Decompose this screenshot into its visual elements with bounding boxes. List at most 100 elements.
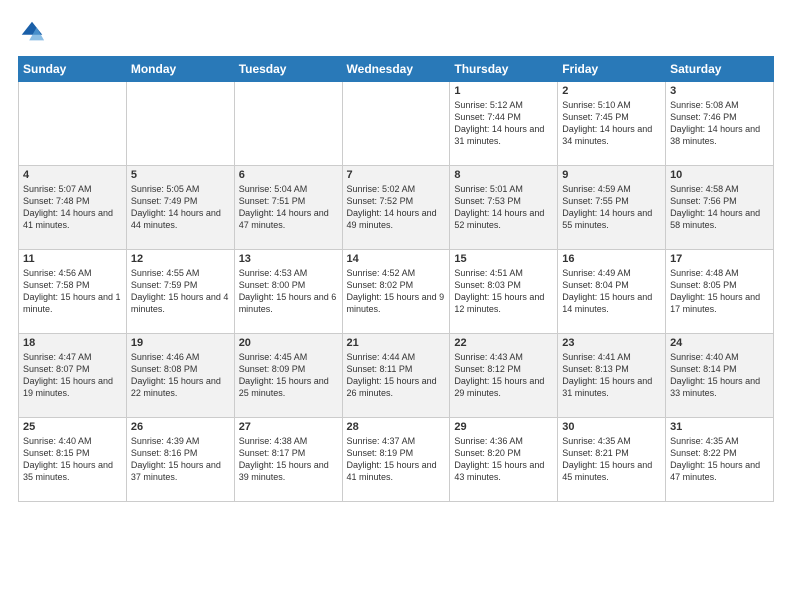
day-number: 1	[454, 85, 553, 97]
day-info: Sunrise: 4:38 AM Sunset: 8:17 PM Dayligh…	[239, 435, 338, 484]
day-number: 4	[23, 169, 122, 181]
day-info: Sunrise: 4:48 AM Sunset: 8:05 PM Dayligh…	[670, 267, 769, 316]
table-row: 29Sunrise: 4:36 AM Sunset: 8:20 PM Dayli…	[450, 418, 558, 502]
day-number: 17	[670, 253, 769, 265]
table-row: 16Sunrise: 4:49 AM Sunset: 8:04 PM Dayli…	[558, 250, 666, 334]
table-row: 17 Sunrise: 4:48 AM Sunset: 8:05 PM Dayli…	[666, 250, 774, 334]
day-number: 15	[454, 253, 553, 265]
day-info: Sunrise: 5:12 AM Sunset: 7:44 PM Dayligh…	[454, 99, 553, 148]
table-row: 20 Sunrise: 4:45 AM Sunset: 8:09 PM Dayli…	[234, 334, 342, 418]
table-row: 30 Sunrise: 4:35 AM Sunset: 8:21 PM Dayli…	[558, 418, 666, 502]
day-info: Sunrise: 4:58 AM Sunset: 7:56 PM Dayligh…	[670, 183, 769, 232]
calendar-week-row: 18 Sunrise: 4:47 AM Sunset: 8:07 PM Dayli…	[19, 334, 774, 418]
table-row: 3 Sunrise: 5:08 AM Sunset: 7:46 PM Daylig…	[666, 82, 774, 166]
logo-icon	[18, 18, 46, 46]
col-sunday: Sunday	[19, 57, 127, 82]
col-tuesday: Tuesday	[234, 57, 342, 82]
day-number: 31	[670, 421, 769, 433]
day-number: 23	[562, 337, 661, 349]
table-row: 22 Sunrise: 4:43 AM Sunset: 8:12 PM Dayli…	[450, 334, 558, 418]
day-info: Sunrise: 4:40 AM Sunset: 8:15 PM Dayligh…	[23, 435, 122, 484]
table-row: 15 Sunrise: 4:51 AM Sunset: 8:03 PM Dayli…	[450, 250, 558, 334]
day-info: Sunrise: 4:47 AM Sunset: 8:07 PM Dayligh…	[23, 351, 122, 400]
table-row: 24 Sunrise: 4:40 AM Sunset: 8:14 PM Dayli…	[666, 334, 774, 418]
day-number: 26	[131, 421, 230, 433]
logo	[18, 18, 50, 46]
table-row: 11 Sunrise: 4:56 AM Sunset: 7:58 PM Dayli…	[19, 250, 127, 334]
day-info: Sunrise: 4:52 AM Sunset: 8:02 PM Dayligh…	[347, 267, 446, 316]
day-number: 7	[347, 169, 446, 181]
day-number: 13	[239, 253, 338, 265]
day-info: Sunrise: 4:51 AM Sunset: 8:03 PM Dayligh…	[454, 267, 553, 316]
day-number: 5	[131, 169, 230, 181]
table-row: 19 Sunrise: 4:46 AM Sunset: 8:08 PM Dayli…	[126, 334, 234, 418]
table-row: 25Sunrise: 4:40 AM Sunset: 8:15 PM Dayli…	[19, 418, 127, 502]
day-number: 18	[23, 337, 122, 349]
day-info: Sunrise: 5:01 AM Sunset: 7:53 PM Dayligh…	[454, 183, 553, 232]
day-info: Sunrise: 4:41 AM Sunset: 8:13 PM Dayligh…	[562, 351, 661, 400]
day-number: 10	[670, 169, 769, 181]
calendar-week-row: 4Sunrise: 5:07 AM Sunset: 7:48 PM Daylig…	[19, 166, 774, 250]
day-info: Sunrise: 5:05 AM Sunset: 7:49 PM Dayligh…	[131, 183, 230, 232]
table-row: 8 Sunrise: 5:01 AM Sunset: 7:53 PM Daylig…	[450, 166, 558, 250]
day-number: 3	[670, 85, 769, 97]
table-row: 7Sunrise: 5:02 AM Sunset: 7:52 PM Daylig…	[342, 166, 450, 250]
table-row: 9Sunrise: 4:59 AM Sunset: 7:55 PM Daylig…	[558, 166, 666, 250]
table-row: 21Sunrise: 4:44 AM Sunset: 8:11 PM Dayli…	[342, 334, 450, 418]
day-info: Sunrise: 4:49 AM Sunset: 8:04 PM Dayligh…	[562, 267, 661, 316]
day-info: Sunrise: 4:53 AM Sunset: 8:00 PM Dayligh…	[239, 267, 338, 316]
col-saturday: Saturday	[666, 57, 774, 82]
day-number: 28	[347, 421, 446, 433]
table-row	[234, 82, 342, 166]
day-number: 22	[454, 337, 553, 349]
day-info: Sunrise: 5:10 AM Sunset: 7:45 PM Dayligh…	[562, 99, 661, 148]
day-number: 11	[23, 253, 122, 265]
table-row: 6Sunrise: 5:04 AM Sunset: 7:51 PM Daylig…	[234, 166, 342, 250]
day-info: Sunrise: 4:36 AM Sunset: 8:20 PM Dayligh…	[454, 435, 553, 484]
day-info: Sunrise: 4:55 AM Sunset: 7:59 PM Dayligh…	[131, 267, 230, 316]
table-row: 10 Sunrise: 4:58 AM Sunset: 7:56 PM Dayli…	[666, 166, 774, 250]
header	[18, 18, 774, 46]
calendar-week-row: 1 Sunrise: 5:12 AM Sunset: 7:44 PM Daylig…	[19, 82, 774, 166]
day-number: 12	[131, 253, 230, 265]
table-row: 31Sunrise: 4:35 AM Sunset: 8:22 PM Dayli…	[666, 418, 774, 502]
day-info: Sunrise: 4:45 AM Sunset: 8:09 PM Dayligh…	[239, 351, 338, 400]
day-number: 19	[131, 337, 230, 349]
table-row: 18 Sunrise: 4:47 AM Sunset: 8:07 PM Dayli…	[19, 334, 127, 418]
table-row: 4Sunrise: 5:07 AM Sunset: 7:48 PM Daylig…	[19, 166, 127, 250]
table-row: 14 Sunrise: 4:52 AM Sunset: 8:02 PM Dayli…	[342, 250, 450, 334]
table-row: 2 Sunrise: 5:10 AM Sunset: 7:45 PM Daylig…	[558, 82, 666, 166]
table-row	[126, 82, 234, 166]
day-number: 9	[562, 169, 661, 181]
calendar-table: Sunday Monday Tuesday Wednesday Thursday…	[18, 56, 774, 502]
day-number: 27	[239, 421, 338, 433]
day-number: 2	[562, 85, 661, 97]
day-info: Sunrise: 4:40 AM Sunset: 8:14 PM Dayligh…	[670, 351, 769, 400]
day-info: Sunrise: 5:04 AM Sunset: 7:51 PM Dayligh…	[239, 183, 338, 232]
day-number: 24	[670, 337, 769, 349]
day-number: 8	[454, 169, 553, 181]
calendar-week-row: 25Sunrise: 4:40 AM Sunset: 8:15 PM Dayli…	[19, 418, 774, 502]
day-number: 30	[562, 421, 661, 433]
table-row: 5 Sunrise: 5:05 AM Sunset: 7:49 PM Daylig…	[126, 166, 234, 250]
day-info: Sunrise: 4:44 AM Sunset: 8:11 PM Dayligh…	[347, 351, 446, 400]
day-number: 14	[347, 253, 446, 265]
table-row: 26 Sunrise: 4:39 AM Sunset: 8:16 PM Dayli…	[126, 418, 234, 502]
day-info: Sunrise: 5:08 AM Sunset: 7:46 PM Dayligh…	[670, 99, 769, 148]
table-row	[342, 82, 450, 166]
table-row: 27 Sunrise: 4:38 AM Sunset: 8:17 PM Dayli…	[234, 418, 342, 502]
calendar-header-row: Sunday Monday Tuesday Wednesday Thursday…	[19, 57, 774, 82]
table-row: 13 Sunrise: 4:53 AM Sunset: 8:00 PM Dayli…	[234, 250, 342, 334]
table-row: 28 Sunrise: 4:37 AM Sunset: 8:19 PM Dayli…	[342, 418, 450, 502]
day-info: Sunrise: 4:43 AM Sunset: 8:12 PM Dayligh…	[454, 351, 553, 400]
col-thursday: Thursday	[450, 57, 558, 82]
page: Sunday Monday Tuesday Wednesday Thursday…	[0, 0, 792, 612]
day-info: Sunrise: 4:56 AM Sunset: 7:58 PM Dayligh…	[23, 267, 122, 316]
day-info: Sunrise: 4:39 AM Sunset: 8:16 PM Dayligh…	[131, 435, 230, 484]
day-info: Sunrise: 4:37 AM Sunset: 8:19 PM Dayligh…	[347, 435, 446, 484]
day-info: Sunrise: 4:46 AM Sunset: 8:08 PM Dayligh…	[131, 351, 230, 400]
col-monday: Monday	[126, 57, 234, 82]
table-row: 23 Sunrise: 4:41 AM Sunset: 8:13 PM Dayli…	[558, 334, 666, 418]
day-info: Sunrise: 4:35 AM Sunset: 8:21 PM Dayligh…	[562, 435, 661, 484]
day-number: 20	[239, 337, 338, 349]
